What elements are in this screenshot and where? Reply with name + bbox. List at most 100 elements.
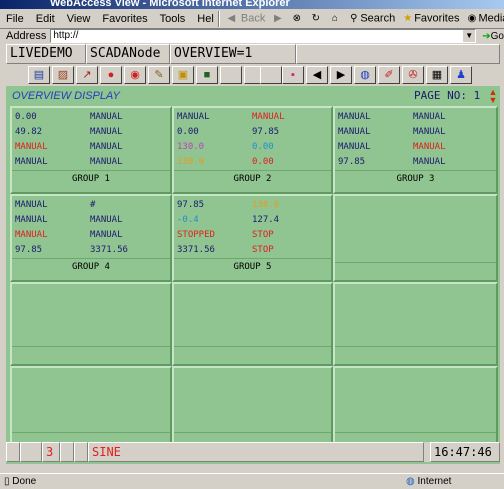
- group-divider: [174, 170, 331, 171]
- internet-globe-icon: ◍: [406, 476, 415, 487]
- page-value: 1: [473, 89, 481, 102]
- lock-button[interactable]: ▣: [172, 66, 194, 84]
- group-value: #: [90, 200, 96, 210]
- film-icon: ▦: [431, 69, 443, 81]
- ack-button[interactable]: ◉: [124, 66, 146, 84]
- group-value: MANUAL: [15, 200, 48, 210]
- prev-page-button[interactable]: ◀: [306, 66, 328, 84]
- group-divider: [174, 346, 331, 347]
- group-value: STOP: [252, 230, 274, 240]
- chart-button[interactable]: ▨: [52, 66, 74, 84]
- next-page-button[interactable]: ▶: [330, 66, 352, 84]
- menu-file[interactable]: File: [0, 13, 30, 25]
- window-title: WebAccess View - Microsoft Internet Expl…: [50, 0, 290, 9]
- stop-icon: ⊗: [292, 13, 302, 24]
- page-pager[interactable]: ▲ ▼: [487, 88, 499, 106]
- trend-button[interactable]: ↗: [76, 66, 98, 84]
- blank-button-3[interactable]: [260, 66, 282, 84]
- group-divider: [174, 258, 331, 259]
- user-button[interactable]: ♟: [450, 66, 472, 84]
- window-titlebar: WebAccess View - Microsoft Internet Expl…: [0, 0, 504, 9]
- menu-help[interactable]: Hel: [191, 13, 216, 25]
- stop-button[interactable]: ⊗: [287, 12, 306, 25]
- group-panel: MANUAL MANUAL 0.00 97.85 130.0 0.00 130.0 0.00 G…: [172, 106, 333, 194]
- go-button[interactable]: ➔Go: [476, 31, 504, 42]
- address-dropdown-icon[interactable]: ▼: [463, 30, 476, 42]
- empty-group-panel: [333, 194, 498, 282]
- group-value: MANUAL: [177, 112, 210, 122]
- group-value: 127.4: [252, 215, 280, 225]
- lock-icon: ▣: [177, 69, 189, 81]
- group-value: MANUAL: [338, 112, 371, 122]
- group-value: MANUAL: [90, 142, 123, 152]
- groups-grid: 0.00 MANUAL 49.82 MANUAL MANUAL MANUAL MANUAL M…: [10, 106, 500, 454]
- film-button[interactable]: ▦: [426, 66, 448, 84]
- group-value: MANUAL: [15, 142, 48, 152]
- address-value: http://: [53, 30, 79, 41]
- terminal-button[interactable]: ■: [196, 66, 218, 84]
- group-label: GROUP 1: [72, 174, 110, 184]
- refresh-button[interactable]: ↻: [306, 12, 325, 25]
- media-button[interactable]: ◉Media: [462, 12, 504, 25]
- group-panel: 97.85 130.0 -0.4 127.4 STOPPED STOP 3371.56 STO…: [172, 194, 333, 282]
- group-panel: 0.00 MANUAL 49.82 MANUAL MANUAL MANUAL MANUAL M…: [10, 106, 172, 194]
- menu-favorites[interactable]: Favorites: [96, 13, 153, 25]
- group-value: MANUAL: [90, 112, 123, 122]
- empty-group-panel: [172, 366, 333, 452]
- right-arrow-icon: ▶: [336, 69, 346, 81]
- group-value: MANUAL: [338, 127, 371, 137]
- app-toolbar: ▤ ▨ ↗ ● ◉ ✎ ▣ ■ ▪ ◀ ▶ ◍ ✐ ✇ ▦ ♟: [6, 64, 500, 86]
- group-value: 130.0: [252, 200, 280, 210]
- menu-separator: [217, 10, 220, 27]
- group-value: 130.0: [177, 157, 205, 167]
- globe-button[interactable]: ◍: [354, 66, 376, 84]
- blocks-button[interactable]: ▪: [282, 66, 304, 84]
- group-value: 97.85: [177, 200, 205, 210]
- group-value: STOPPED: [177, 230, 215, 240]
- back-button[interactable]: ◀ Back: [222, 12, 269, 25]
- group-divider: [335, 346, 496, 347]
- blank-button-1[interactable]: [220, 66, 242, 84]
- alarm-button[interactable]: ●: [100, 66, 122, 84]
- menu-edit[interactable]: Edit: [30, 13, 61, 25]
- down-arrow-icon[interactable]: ▼: [489, 95, 498, 105]
- ie-statusbar: ▯ Done ◍ Internet: [0, 473, 504, 489]
- print-icon: ✇: [408, 69, 418, 81]
- menu-tools[interactable]: Tools: [154, 13, 192, 25]
- group-value: MANUAL: [15, 215, 48, 225]
- forward-button[interactable]: ▶: [268, 12, 287, 25]
- favorites-button[interactable]: ★ Favorites: [398, 12, 462, 25]
- group-value: MANUAL: [413, 112, 446, 122]
- search-button[interactable]: ⚲ Search: [344, 12, 398, 25]
- status-blank-2: [20, 442, 42, 462]
- edit-button[interactable]: ✐: [378, 66, 400, 84]
- back-label: Back: [240, 12, 266, 25]
- menu-view[interactable]: View: [61, 13, 97, 25]
- group-value: -0.4: [177, 215, 199, 225]
- media-label: Media: [478, 12, 504, 25]
- page-icon: ▯: [4, 476, 10, 487]
- tools-button[interactable]: ✎: [148, 66, 170, 84]
- address-input[interactable]: http:// ▼: [50, 29, 477, 43]
- group-value: 0.00: [177, 127, 199, 137]
- print-button[interactable]: ✇: [402, 66, 424, 84]
- app-statusbar: 3 SINE 16:47:46: [6, 442, 500, 462]
- app-header: LIVEDEMO SCADANode OVERVIEW=1: [6, 44, 500, 64]
- scada-node: SCADANode: [86, 44, 170, 64]
- group-divider: [335, 170, 496, 171]
- group-value: MANUAL: [90, 215, 123, 225]
- view-name: OVERVIEW=1: [170, 44, 296, 64]
- calculator-button[interactable]: ▤: [28, 66, 50, 84]
- group-value: 97.85: [338, 157, 366, 167]
- home-button[interactable]: ⌂: [325, 12, 344, 25]
- status-message: SINE: [88, 442, 424, 462]
- group-value: MANUAL: [90, 157, 123, 167]
- search-label: Search: [360, 12, 396, 25]
- group-value: 49.82: [15, 127, 43, 137]
- group-value: MANUAL: [413, 157, 446, 167]
- group-label: GROUP 5: [233, 262, 272, 272]
- star-icon: ★: [403, 13, 413, 24]
- done-text: Done: [12, 476, 37, 487]
- status-blank-4: [74, 442, 88, 462]
- overview-title: OVERVIEW DISPLAY: [12, 90, 120, 102]
